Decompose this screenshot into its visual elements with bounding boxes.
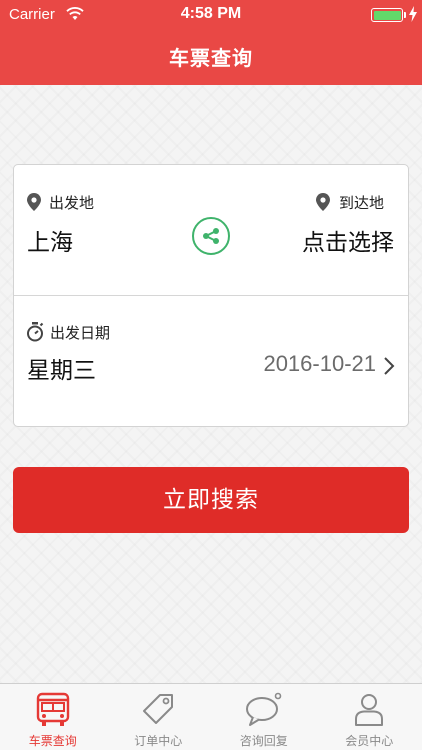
ticket-search-card: 出发地 上海 到达地 点击选择 出发日期 星期三 2016-10-21 — [13, 164, 409, 427]
departure-label: 出发地 — [49, 194, 95, 212]
page-title: 车票查询 — [169, 46, 253, 70]
location-pin-icon — [316, 193, 330, 211]
header-bar: Carrier 4:58 PM 车票查询 — [0, 0, 422, 85]
bus-icon — [36, 692, 69, 726]
search-button[interactable]: 立即搜索 — [13, 467, 409, 533]
arrival-label: 到达地 — [339, 194, 385, 212]
tab-member-center[interactable]: 会员中心 — [317, 684, 422, 750]
person-icon — [355, 694, 384, 726]
tab-label: 车票查询 — [28, 734, 77, 748]
arrival-value[interactable]: 点击选择 — [302, 223, 394, 257]
tab-ticket-search[interactable]: 车票查询 — [0, 684, 106, 750]
date-value[interactable]: 2016-10-21 — [263, 351, 376, 377]
card-divider — [14, 295, 408, 296]
tab-inquiry-reply[interactable]: 咨询回复 — [211, 684, 317, 750]
charging-bolt-icon — [409, 6, 417, 22]
weekday-value[interactable]: 星期三 — [27, 351, 96, 385]
departure-value[interactable]: 上海 — [27, 223, 73, 257]
status-bar: Carrier 4:58 PM — [0, 0, 422, 30]
tab-label: 会员中心 — [345, 734, 394, 748]
swap-share-icon — [203, 228, 219, 244]
tab-label: 订单中心 — [134, 734, 183, 748]
tab-bar: 车票查询 订单中心 咨询回复 会员中心 — [0, 683, 422, 750]
battery-icon — [371, 8, 403, 22]
tag-icon — [143, 694, 174, 724]
swap-button[interactable] — [192, 217, 230, 255]
chat-bubble-icon — [245, 692, 282, 726]
location-pin-icon — [27, 193, 41, 211]
chevron-right-icon[interactable] — [383, 356, 395, 376]
stopwatch-icon — [27, 322, 44, 342]
date-label: 出发日期 — [50, 324, 111, 342]
battery-cap — [404, 12, 406, 18]
tab-label: 咨询回复 — [239, 734, 288, 748]
status-time: 4:58 PM — [180, 5, 242, 22]
tab-orders[interactable]: 订单中心 — [106, 684, 212, 750]
